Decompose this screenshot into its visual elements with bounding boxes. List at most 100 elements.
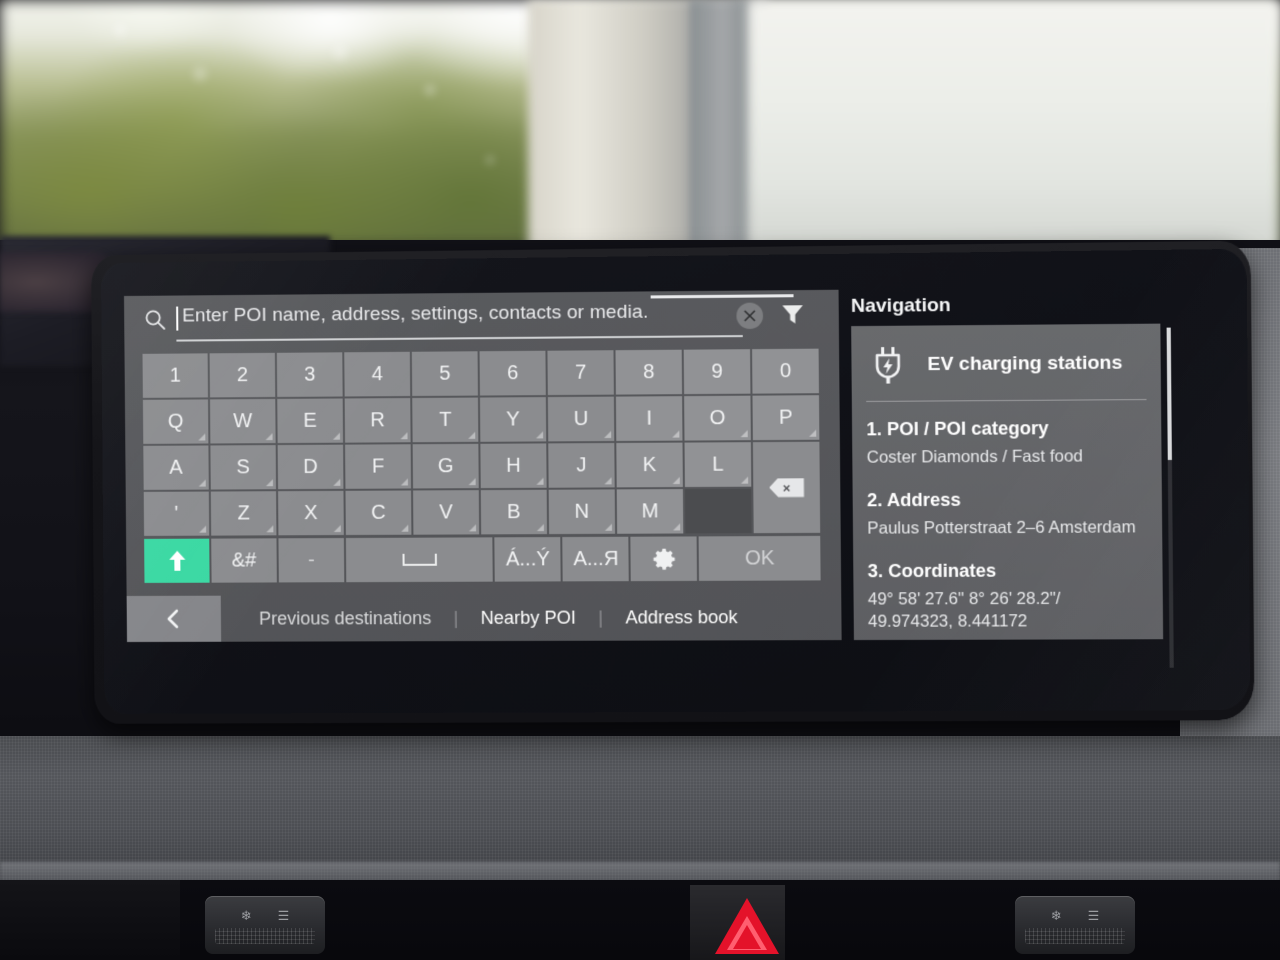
filter-button[interactable]: [779, 301, 806, 328]
key-s[interactable]: S: [210, 445, 277, 490]
long-press-indicator-icon: [333, 478, 341, 486]
long-press-indicator-icon: [536, 477, 544, 485]
outside-bright-area: [748, 0, 1280, 250]
key-label: 2: [236, 363, 249, 386]
key-u[interactable]: U: [547, 396, 615, 442]
key-5[interactable]: 5: [411, 351, 478, 397]
hyphen-key-label: -: [307, 548, 315, 571]
key-9[interactable]: 9: [683, 349, 751, 395]
key-y[interactable]: Y: [479, 397, 547, 442]
long-press-indicator-icon: [536, 524, 544, 532]
long-press-indicator-icon: [672, 430, 680, 438]
seat-control-right[interactable]: ❄☰: [1015, 896, 1135, 954]
navigation-scrollbar-thumb[interactable]: [1166, 327, 1172, 460]
ok-key[interactable]: OK: [699, 535, 821, 581]
key-n[interactable]: N: [548, 489, 616, 535]
address-book-link[interactable]: Address book: [603, 606, 760, 628]
key-7[interactable]: 7: [547, 350, 614, 396]
chevron-left-icon: [167, 608, 179, 628]
key-6[interactable]: 6: [479, 350, 546, 396]
key-w[interactable]: W: [210, 398, 276, 444]
coordinates-section[interactable]: 3. Coordinates 49° 58' 27.6" 8° 26' 28.2…: [868, 560, 1163, 634]
seat-heating-icon: ❄☰: [240, 908, 316, 923]
filter-funnel-icon: [782, 305, 803, 324]
key-o[interactable]: O: [684, 395, 751, 441]
search-placeholder: Enter POI name, address, settings, conta…: [182, 301, 649, 327]
long-press-indicator-icon: [333, 524, 341, 533]
key-p[interactable]: P: [752, 395, 820, 441]
long-press-indicator-icon: [266, 525, 274, 533]
key-d[interactable]: D: [277, 444, 344, 490]
key-4[interactable]: 4: [344, 351, 411, 397]
key-v[interactable]: V: [413, 490, 480, 535]
key-f[interactable]: F: [345, 444, 412, 489]
cyrillic-key[interactable]: А...Я: [562, 536, 630, 582]
seat-control-left[interactable]: ❄☰: [205, 896, 325, 954]
back-button[interactable]: [126, 595, 222, 643]
key-label: W: [233, 409, 253, 432]
backspace-key[interactable]: ×: [752, 441, 821, 534]
key-z[interactable]: Z: [210, 491, 277, 536]
accents-key[interactable]: Á...Ý: [494, 537, 562, 582]
key-i[interactable]: I: [615, 396, 683, 441]
key-label: Y: [506, 407, 520, 431]
previous-destinations-link[interactable]: Previous destinations: [237, 607, 454, 629]
gear-icon: [653, 548, 675, 570]
settings-key[interactable]: [630, 536, 698, 582]
hyphen-key[interactable]: -: [278, 538, 345, 583]
navigation-panel: Navigation EV charging stations 1. POI /…: [851, 287, 1186, 668]
nearby-poi-link[interactable]: Nearby POI: [458, 607, 598, 629]
key-label: O: [709, 406, 726, 429]
key-e[interactable]: E: [277, 398, 344, 444]
key-m[interactable]: M: [616, 489, 684, 534]
key-8[interactable]: 8: [615, 349, 683, 395]
key-c[interactable]: C: [345, 490, 412, 536]
long-press-indicator-icon: [265, 479, 273, 487]
key-g[interactable]: G: [412, 443, 479, 489]
cyrillic-key-label: А...Я: [573, 547, 619, 570]
key-j[interactable]: J: [548, 443, 615, 488]
key-t[interactable]: T: [412, 397, 479, 443]
key-label: 7: [574, 361, 587, 384]
shift-arrow-icon: [168, 550, 185, 571]
navigation-suggestion-card: EV charging stations 1. POI / POI catego…: [851, 323, 1174, 668]
key-r[interactable]: R: [344, 398, 411, 443]
space-key[interactable]: [345, 537, 494, 583]
key-label: Z: [237, 501, 250, 524]
key-b[interactable]: B: [480, 489, 548, 535]
key-x[interactable]: X: [278, 490, 344, 536]
key-apostrophe[interactable]: ': [143, 491, 210, 536]
long-press-indicator-icon: [740, 430, 748, 438]
key-label: P: [778, 406, 793, 429]
key-l[interactable]: L: [684, 442, 752, 488]
long-press-indicator-icon: [604, 523, 613, 531]
key-q[interactable]: Q: [142, 399, 209, 444]
search-input[interactable]: Enter POI name, address, settings, conta…: [176, 294, 794, 342]
key-label: ': [174, 502, 179, 525]
key-label: Q: [167, 410, 184, 433]
long-press-indicator-icon: [468, 431, 476, 439]
coordinates-value: 49° 58' 27.6" 8° 26' 28.2"/ 49.974323, 8…: [867, 589, 1061, 631]
key-3[interactable]: 3: [276, 352, 343, 397]
key-label: 3: [304, 363, 316, 386]
side-glass: [690, 0, 750, 250]
ev-charging-stations-item[interactable]: EV charging stations: [851, 332, 1161, 395]
key-2[interactable]: 2: [209, 352, 276, 398]
address-section[interactable]: 2. Address Paulus Potterstraat 2–6 Amste…: [867, 489, 1162, 541]
key-k[interactable]: K: [616, 442, 683, 488]
poi-category-section[interactable]: 1. POI / POI category Coster Diamonds / …: [866, 417, 1161, 469]
shift-key[interactable]: [144, 538, 210, 583]
clear-search-button[interactable]: [736, 302, 764, 330]
key-h[interactable]: H: [480, 443, 547, 489]
key-label: 5: [439, 362, 451, 385]
symbols-key[interactable]: &#: [211, 538, 277, 583]
search-bar: Enter POI name, address, settings, conta…: [124, 290, 839, 348]
key-1[interactable]: 1: [142, 353, 208, 398]
key-label: S: [236, 455, 250, 478]
long-press-indicator-icon: [468, 478, 476, 486]
long-press-indicator-icon: [198, 433, 206, 441]
key-label: X: [304, 501, 318, 524]
long-press-indicator-icon: [199, 525, 207, 533]
key-0[interactable]: 0: [752, 348, 819, 394]
key-a[interactable]: A: [143, 445, 209, 490]
